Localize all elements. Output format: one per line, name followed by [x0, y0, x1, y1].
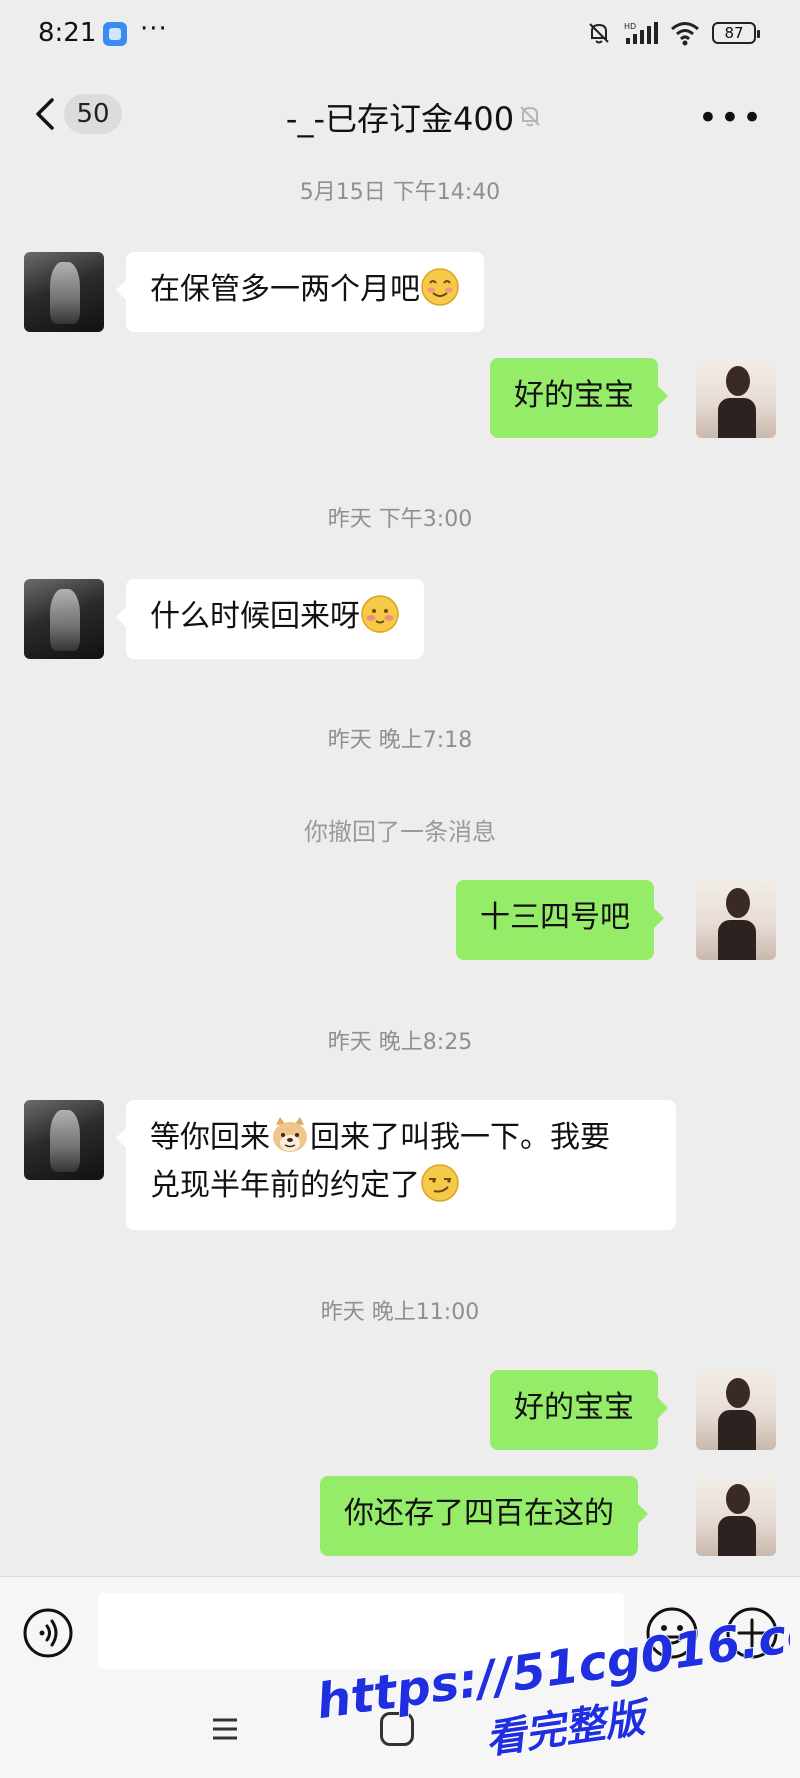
contact-avatar[interactable]	[24, 579, 104, 659]
message-text-part-1: 等你回来	[150, 1120, 270, 1155]
more-notifications-icon: ···	[140, 14, 168, 44]
battery-icon: 87	[712, 22, 760, 44]
message-timestamp: 昨天 晚上8:25	[327, 1030, 473, 1055]
smiling-eyes-emoji	[421, 268, 459, 306]
doge-emoji	[273, 1117, 307, 1152]
chat-input-bar	[0, 1576, 800, 1685]
emoji-icon[interactable]	[644, 1605, 700, 1661]
message-input[interactable]	[98, 1593, 624, 1669]
sent-message-bubble[interactable]: 你还存了四百在这的	[320, 1476, 648, 1556]
message-text-part-3: 兑现半年前的约定了	[150, 1168, 420, 1203]
message-text: 好的宝宝	[514, 1390, 634, 1425]
plus-icon[interactable]	[724, 1605, 780, 1661]
message-text: 你还存了四百在这的	[344, 1496, 614, 1531]
more-dots-icon[interactable]: •••	[698, 98, 764, 138]
wifi-icon	[671, 22, 699, 46]
self-avatar[interactable]	[696, 358, 776, 438]
message-text: 十三四号吧	[480, 900, 630, 935]
message-text: 在保管多一两个月吧	[150, 272, 420, 307]
message-timestamp: 昨天 晚上11:00	[320, 1300, 480, 1325]
smirk-emoji	[421, 1164, 459, 1202]
sent-message-bubble[interactable]: 十三四号吧	[456, 880, 664, 960]
mute-notification-icon	[589, 23, 609, 44]
received-message-bubble[interactable]: 什么时候回来呀	[116, 579, 424, 659]
contact-avatar[interactable]	[24, 1100, 104, 1180]
received-message-bubble[interactable]: 等你回来 回来了叫我一下。我要兑现半年前的约定了	[116, 1100, 676, 1230]
status-indicators: HD 87	[586, 20, 760, 46]
signal-icon: HD	[624, 22, 658, 44]
mute-bell-icon	[520, 106, 540, 127]
system-navigation-bar	[0, 1684, 800, 1778]
status-time: 8:21	[38, 18, 97, 48]
message-timestamp: 昨天 晚上7:18	[327, 728, 473, 753]
blushing-emoji	[361, 595, 399, 633]
home-icon[interactable]	[380, 1712, 414, 1746]
menu-icon[interactable]	[210, 1714, 240, 1744]
recall-notice: 你撤回了一条消息	[304, 818, 496, 846]
sent-message-bubble[interactable]: 好的宝宝	[490, 358, 668, 438]
chat-title: -_-已存订金400	[285, 100, 515, 138]
message-text: 好的宝宝	[514, 378, 634, 413]
message-timestamp: 昨天 下午3:00	[327, 507, 473, 532]
message-text: 什么时候回来呀	[150, 599, 360, 634]
sent-message-bubble[interactable]: 好的宝宝	[490, 1370, 668, 1450]
status-bar: 8:21 ··· HD 87	[0, 0, 800, 70]
voice-icon[interactable]	[22, 1607, 74, 1659]
self-avatar[interactable]	[696, 880, 776, 960]
chat-header: 50 -_-已存订金400 •••	[0, 70, 800, 160]
svg-text:HD: HD	[624, 22, 636, 31]
message-text-part-2: 回来了叫我一下。我要	[310, 1120, 610, 1155]
message-timestamp: 5月15日 下午14:40	[299, 180, 501, 205]
self-avatar[interactable]	[696, 1370, 776, 1450]
app-notification-icon	[103, 22, 127, 46]
self-avatar[interactable]	[696, 1476, 776, 1556]
received-message-bubble[interactable]: 在保管多一两个月吧	[116, 252, 484, 332]
battery-level: 87	[724, 24, 744, 42]
contact-avatar[interactable]	[24, 252, 104, 332]
